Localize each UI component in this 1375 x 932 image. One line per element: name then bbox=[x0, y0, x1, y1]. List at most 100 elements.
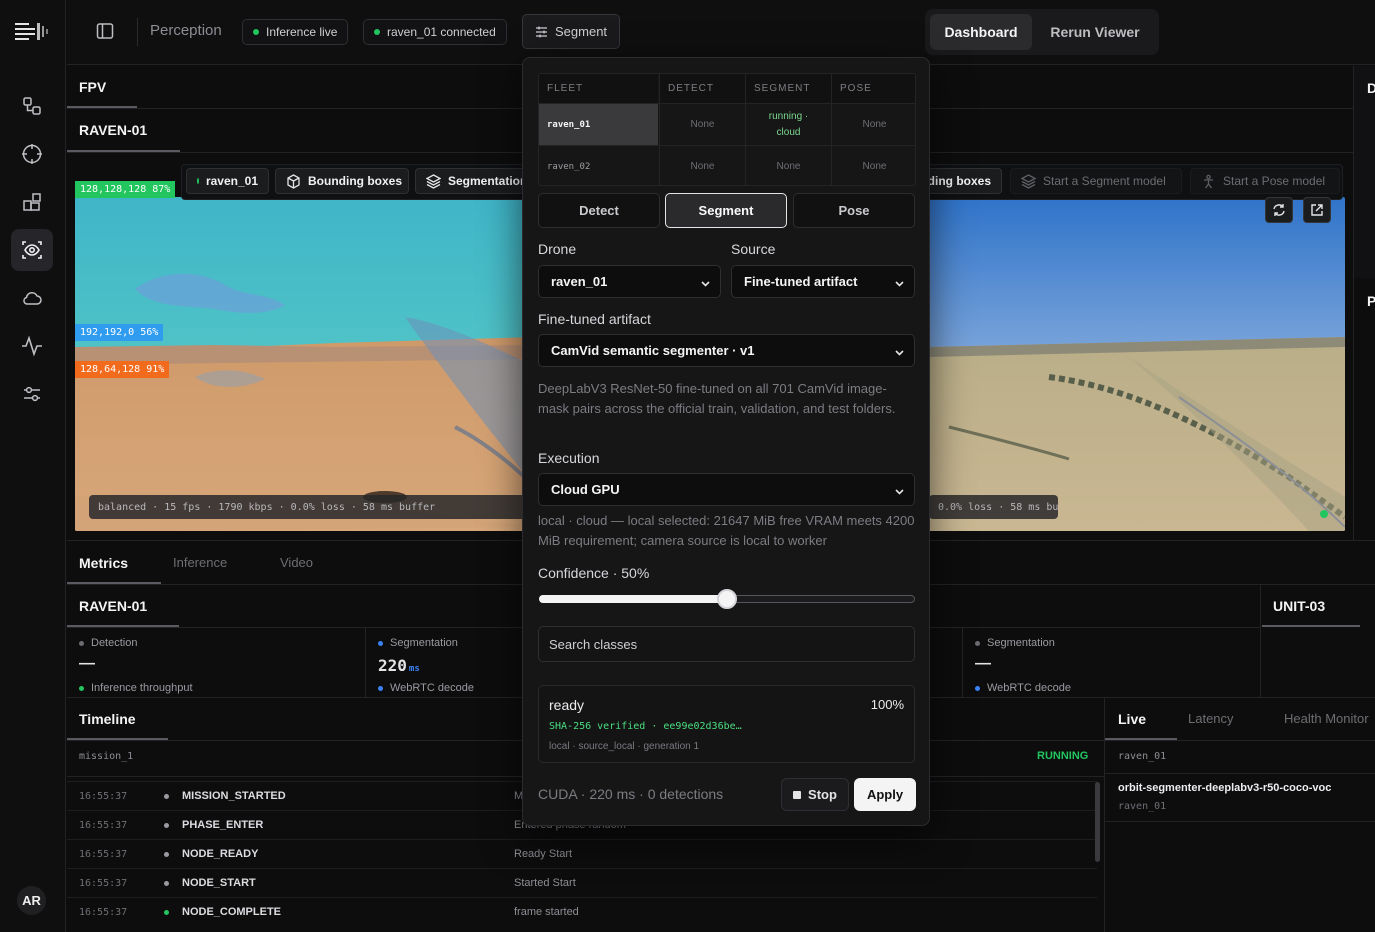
source-select-value: Fine-tuned artifact bbox=[744, 274, 858, 289]
metric-value: 220 ms bbox=[378, 656, 420, 675]
crosshair-icon[interactable] bbox=[11, 133, 53, 175]
bounding-boxes-toggle[interactable]: Bounding boxes bbox=[275, 168, 409, 194]
timeline-row[interactable]: 16:55:37 NODE_COMPLETE frame started bbox=[67, 897, 1097, 926]
apply-button[interactable]: Apply bbox=[854, 778, 916, 811]
timeline-row[interactable]: 16:55:37 NODE_READY Ready Start bbox=[67, 839, 1097, 868]
side-panel-tab[interactable]: P bbox=[1367, 293, 1375, 309]
tab-dashboard[interactable]: Dashboard bbox=[930, 14, 1032, 50]
table-cell[interactable]: None bbox=[831, 146, 915, 185]
bounding-boxes-toggle-secondary[interactable]: Bounding boxes bbox=[930, 168, 1002, 194]
metric-value: — bbox=[79, 655, 95, 672]
artifact-select-value: CamVid semantic segmenter · v1 bbox=[551, 343, 755, 358]
divider bbox=[1105, 740, 1375, 741]
tab-segment[interactable]: Segment bbox=[665, 193, 787, 228]
segmentation-toggle[interactable]: Segmentation bbox=[415, 168, 523, 194]
layers-icon bbox=[1021, 173, 1036, 189]
artifact-label: Fine-tuned artifact bbox=[538, 311, 651, 327]
bounding-boxes-label: Bounding boxes bbox=[930, 174, 991, 188]
fpv-video-feed-secondary[interactable] bbox=[929, 197, 1345, 531]
side-panel-tab[interactable]: D bbox=[1367, 80, 1375, 96]
mission-name: mission_1 bbox=[79, 751, 134, 762]
sidebar-toggle-icon[interactable] bbox=[96, 22, 114, 40]
start-pose-model-button[interactable]: Start a Pose model bbox=[1190, 168, 1340, 194]
execution-select-value: Cloud GPU bbox=[551, 482, 620, 497]
tab-underline bbox=[1262, 625, 1360, 627]
table-cell[interactable]: None bbox=[745, 146, 831, 185]
artifact-meta: local · source_local · generation 1 bbox=[549, 741, 700, 752]
status-dot bbox=[197, 178, 199, 184]
tab-health-monitor[interactable]: Health Monitor bbox=[1284, 711, 1369, 726]
series-dot bbox=[975, 685, 980, 691]
stream-stats: balanced · 15 fps · 1790 kbps · 0.0% los… bbox=[89, 495, 530, 519]
tab-metrics[interactable]: Metrics bbox=[79, 555, 128, 571]
source-select[interactable]: Fine-tuned artifact bbox=[731, 265, 915, 298]
start-segment-label: Start a Segment model bbox=[1043, 174, 1166, 188]
metric-label-text: Segmentation bbox=[390, 637, 458, 649]
tab-pose[interactable]: Pose bbox=[793, 193, 915, 228]
tab-latency[interactable]: Latency bbox=[1188, 711, 1234, 726]
confidence-slider[interactable] bbox=[539, 589, 915, 609]
event-time: 16:55:37 bbox=[79, 907, 128, 918]
tab-video[interactable]: Video bbox=[280, 555, 313, 570]
live-drone: raven_01 bbox=[1118, 751, 1167, 762]
tab-detect[interactable]: Detect bbox=[538, 193, 660, 228]
table-cell-running[interactable]: running · cloud bbox=[745, 104, 831, 145]
view-tabs: Dashboard Rerun Viewer bbox=[925, 9, 1159, 55]
series-dot bbox=[79, 685, 84, 691]
table-cell[interactable]: None bbox=[659, 104, 745, 145]
metrics-drone-title: RAVEN-01 bbox=[79, 598, 148, 614]
table-header: FLEET bbox=[539, 74, 658, 103]
stop-button[interactable]: Stop bbox=[781, 778, 849, 811]
segment-popover: FLEET DETECT SEGMENT POSE raven_01 None … bbox=[522, 57, 930, 826]
event-name: PHASE_ENTER bbox=[182, 819, 264, 831]
avatar[interactable]: AR bbox=[17, 886, 46, 915]
start-segment-model-button[interactable]: Start a Segment model bbox=[1010, 168, 1182, 194]
perception-eye-icon[interactable] bbox=[11, 229, 53, 271]
metric-value-number: 220 bbox=[378, 656, 407, 675]
top-bar: Perception Inference live raven_01 conne… bbox=[67, 0, 1375, 65]
drone-chip[interactable]: raven_01 bbox=[186, 168, 269, 194]
table-cell-fleet[interactable]: raven_02 bbox=[539, 146, 658, 185]
series-dot bbox=[975, 640, 980, 646]
segment-button[interactable]: Segment bbox=[522, 14, 621, 49]
sliders-icon[interactable] bbox=[11, 373, 53, 415]
artifact-progress: 100% bbox=[870, 697, 904, 712]
mission-state-badge: RUNNING bbox=[1037, 750, 1089, 762]
widgets-icon[interactable] bbox=[11, 181, 53, 223]
divider bbox=[1104, 698, 1105, 932]
drone-select[interactable]: raven_01 bbox=[538, 265, 721, 298]
person-icon bbox=[1201, 174, 1216, 189]
timeline-row[interactable]: 16:55:37 NODE_START Started Start bbox=[67, 868, 1097, 897]
inference-status-text: Inference live bbox=[266, 25, 338, 39]
tab-inference[interactable]: Inference bbox=[173, 555, 227, 570]
execution-select[interactable]: Cloud GPU bbox=[538, 473, 915, 506]
metric-footer-label: WebRTC decode bbox=[975, 682, 1071, 694]
metric-value: — bbox=[975, 655, 991, 672]
class-tag: 128,64,128 91% bbox=[75, 361, 170, 378]
timeline-scrollbar[interactable] bbox=[1095, 782, 1100, 862]
slider-thumb[interactable] bbox=[717, 589, 737, 609]
event-dot bbox=[164, 881, 169, 886]
refresh-icon[interactable] bbox=[1265, 197, 1293, 223]
table-cell[interactable]: None bbox=[659, 146, 745, 185]
stream-stats-secondary: 0.0% loss · 58 ms buffer bbox=[929, 495, 1058, 519]
class-tag: 128,128,128 87% bbox=[75, 181, 176, 198]
tab-rerun-viewer[interactable]: Rerun Viewer bbox=[1035, 14, 1155, 50]
external-link-icon[interactable] bbox=[1303, 197, 1331, 223]
artifact-state: ready bbox=[549, 697, 585, 713]
metrics-unit-title: UNIT-03 bbox=[1273, 598, 1326, 614]
table-cell[interactable]: None bbox=[831, 104, 915, 145]
table-header: POSE bbox=[831, 74, 915, 103]
divider bbox=[1260, 585, 1261, 697]
activity-icon[interactable] bbox=[11, 325, 53, 367]
divider bbox=[962, 628, 963, 697]
search-classes-input[interactable]: Search classes bbox=[538, 626, 915, 662]
cloud-icon[interactable] bbox=[11, 277, 53, 319]
table-cell-fleet[interactable]: raven_01 bbox=[539, 104, 658, 145]
tab-live[interactable]: Live bbox=[1118, 711, 1146, 727]
artifact-select[interactable]: CamVid semantic segmenter · v1 bbox=[538, 334, 915, 367]
slider-fill bbox=[539, 595, 727, 603]
chevron-down-icon bbox=[894, 346, 905, 361]
drone-select-value: raven_01 bbox=[551, 274, 608, 289]
flow-icon[interactable] bbox=[11, 85, 53, 127]
